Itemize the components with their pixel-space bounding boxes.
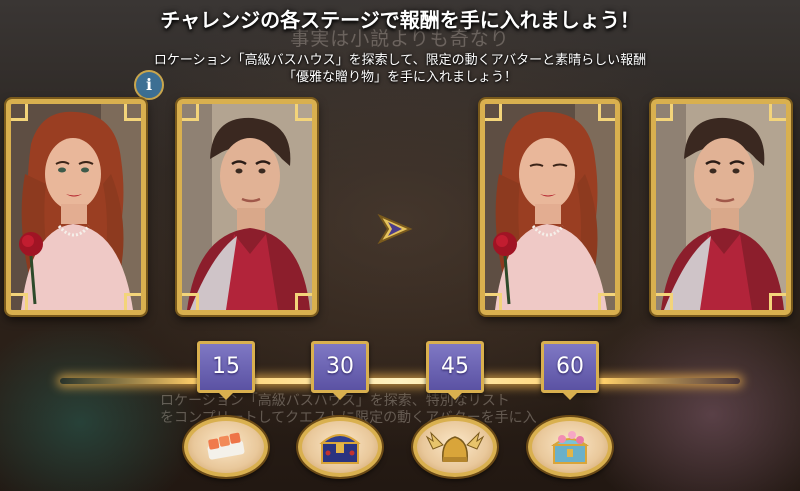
page-title: チャレンジの各ステージで報酬を手に入れましょう！ <box>160 8 640 32</box>
info-button[interactable]: i <box>134 70 164 100</box>
avatar-card-man-animated[interactable] <box>651 99 791 315</box>
salmon-sushi-icon <box>207 432 245 460</box>
treasure-chest-icon <box>319 434 361 464</box>
winged-helmet-icon <box>425 431 485 462</box>
stage-badge-4: 60 <box>541 341 599 393</box>
reward-stage-3[interactable] <box>413 417 497 477</box>
stage-badge-2: 30 <box>311 341 369 393</box>
man-portrait-icon <box>182 104 312 310</box>
man-animated-portrait-icon <box>656 104 786 310</box>
avatar-card-woman[interactable] <box>6 99 146 315</box>
avatar-card-woman-animated[interactable] <box>480 99 620 315</box>
stage-badge-3: 45 <box>426 341 484 393</box>
progress-track <box>60 378 740 384</box>
woman-portrait-icon <box>11 104 141 310</box>
arrow-right-icon <box>376 212 416 246</box>
stage-badge-1: 15 <box>197 341 255 393</box>
avatar-card-man[interactable] <box>177 99 317 315</box>
woman-animated-portrait-icon <box>485 104 615 310</box>
subtitle-line-2: 「優雅な贈り物」を手に入れましょう！ <box>282 70 517 85</box>
stage-badge-pointer <box>445 390 465 400</box>
reward-stage-4[interactable] <box>528 417 612 477</box>
stage-badge-pointer <box>560 390 580 400</box>
stage-badge-pointer <box>216 390 236 400</box>
reward-stage-1[interactable] <box>184 417 268 477</box>
stage-badge-pointer <box>330 390 350 400</box>
reward-stage-2[interactable] <box>298 417 382 477</box>
flower-chest-icon <box>550 431 590 464</box>
